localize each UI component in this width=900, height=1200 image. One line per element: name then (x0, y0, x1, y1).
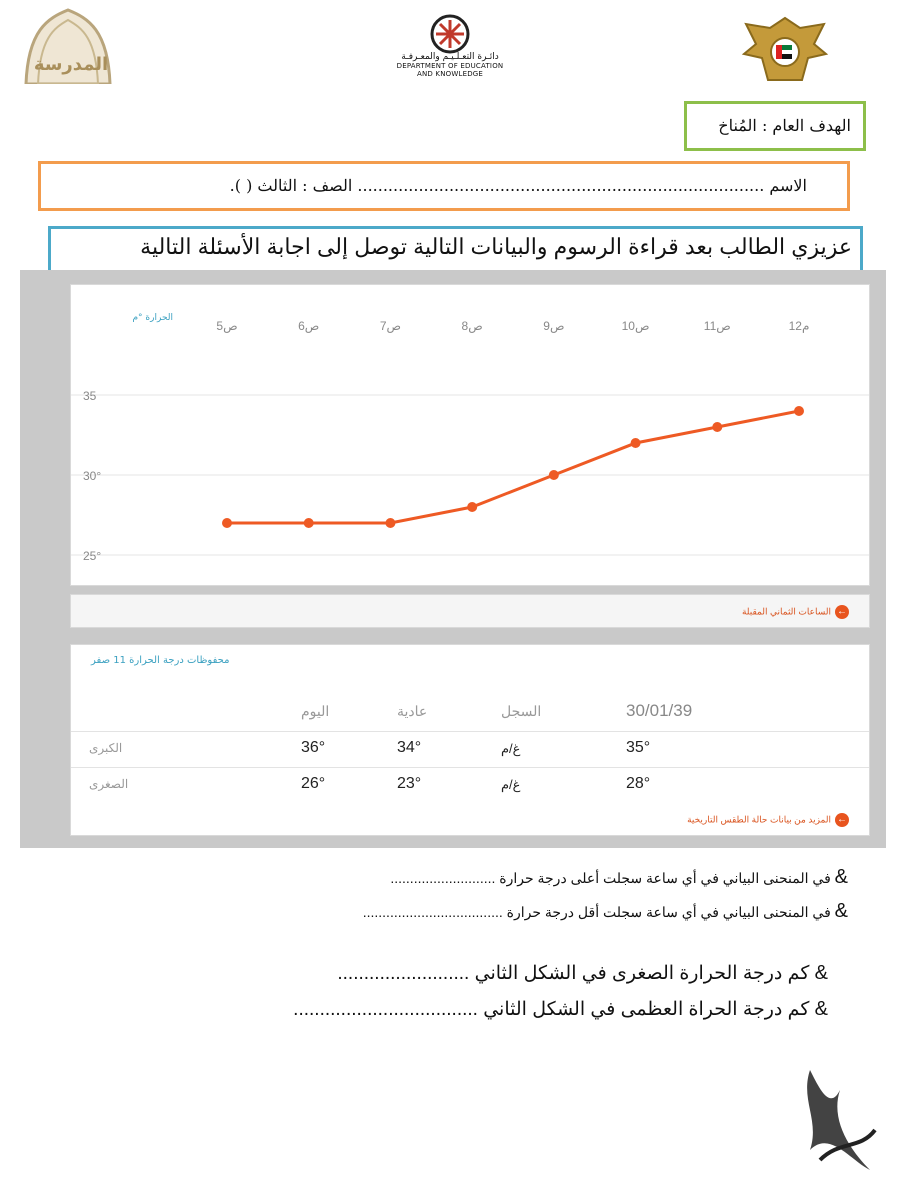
y-tick-label: 30° (83, 469, 101, 483)
historical-data-label: المزيد من بيانات حالة الطقس التاريخية (687, 814, 831, 825)
weather-screenshot: الحرارة °م 35 30° 25° 5ص 6ص 7ص 8ص 9ص 10ص 11ص 12م ←… (20, 270, 886, 848)
department-name-en-2: AND KNOWLEDGE (416, 70, 484, 78)
row-max-today: 36° (301, 739, 326, 756)
row-max-label: الكبرى (89, 741, 123, 755)
instruction-text: عزيزي الطالب بعد قراءة الرسوم والبيانات … (140, 234, 852, 259)
x-tick-label: 9ص (543, 319, 564, 333)
y-tick-label: 25° (83, 549, 101, 563)
y-tick-label: 35 (83, 389, 97, 403)
question-text: كم درجة الحرارة الصغرى في الشكل الثاني .… (337, 963, 810, 984)
row-min-normal: 23° (397, 775, 422, 792)
x-tick-label: 6ص (298, 319, 319, 333)
temperature-history-card: محفوظات درجة الحرارة 11 صفر اليوم عادية … (70, 644, 870, 836)
temperature-line-chart: 35 30° 25° 5ص 6ص 7ص 8ص 9ص 10ص 11ص 12م (71, 319, 869, 563)
student-info-text: الاسم ..................................… (229, 176, 807, 195)
x-tick-label: 10ص (622, 319, 650, 333)
historical-data-link[interactable]: ← المزيد من بيانات حالة الطقس التاريخية (687, 813, 849, 827)
question-4: & كم درجة الحراة العظمى في الشكل الثاني … (293, 998, 828, 1021)
row-max-normal: 34° (397, 739, 422, 756)
uae-emblem (740, 14, 830, 84)
data-point (712, 422, 723, 432)
question-bullet: & (834, 866, 848, 888)
data-point (222, 518, 232, 528)
question-text: في المنحنى البياني في أي ساعة سجلت أعلى … (390, 870, 831, 886)
row-min-date: 28° (626, 775, 651, 792)
next-hours-label: الساعات الثماني المقبلة (741, 606, 831, 617)
row-max-date: 35° (626, 739, 651, 756)
student-info-box: الاسم ..................................… (38, 161, 850, 211)
question-bullet: & (814, 998, 828, 1020)
question-bullet: & (814, 962, 828, 984)
calligraphy-decoration (790, 1060, 880, 1180)
row-min-label: الصغرى (89, 777, 129, 791)
header-today: اليوم (301, 703, 330, 719)
x-tick-label: 8ص (462, 319, 483, 333)
header-date: 30/01/39 (626, 701, 693, 720)
question-text: في المنحنى البياني في أي ساعة سجلت أقل د… (362, 904, 831, 920)
x-tick-label: 11ص (704, 319, 731, 333)
row-min-today: 26° (301, 775, 326, 792)
x-tick-label: 12م (789, 319, 810, 333)
next-hours-bar[interactable]: ← الساعات الثماني المقبلة (70, 594, 870, 628)
goal-text: الهدف العام : المُناخ (718, 116, 851, 135)
arrow-left-icon: ← (835, 605, 849, 619)
data-point (548, 470, 559, 480)
x-tick-label: 5ص (216, 319, 237, 333)
table-divider (71, 767, 869, 768)
question-1: & في المنحنى البياني في أي ساعة سجلت أعل… (390, 866, 848, 889)
data-point (794, 406, 804, 416)
history-title: محفوظات درجة الحرارة 11 صفر (91, 655, 230, 666)
data-point (630, 438, 641, 448)
next-hours-link[interactable]: ← الساعات الثماني المقبلة (742, 605, 849, 619)
data-point (385, 518, 396, 528)
question-2: & في المنحنى البياني في أي ساعة سجلت أقل… (363, 900, 848, 923)
department-logo: دائـرة التعـلـيـم والمعـرفـة DEPARTMENT … (360, 14, 540, 84)
temperature-chart-card: الحرارة °م 35 30° 25° 5ص 6ص 7ص 8ص 9ص 10ص 11ص 12م (70, 284, 870, 586)
question-3: & كم درجة الحرارة الصغرى في الشكل الثاني… (337, 962, 828, 985)
question-text: كم درجة الحراة العظمى في الشكل الثاني ..… (293, 999, 810, 1020)
header-record: السجل (501, 703, 542, 719)
instruction-box: عزيزي الطالب بعد قراءة الرسوم والبيانات … (48, 226, 863, 270)
row-min-record: غ/م (501, 777, 521, 792)
goal-box: الهدف العام : المُناخ (684, 101, 866, 151)
data-point (303, 518, 314, 528)
school-logo-text: المدرسة (33, 54, 109, 75)
row-max-record: غ/م (501, 741, 521, 756)
department-name-en-1: DEPARTMENT OF EDUCATION (396, 62, 504, 70)
x-tick-label: 7ص (380, 319, 401, 333)
school-logo: المدرسة (18, 8, 118, 86)
data-point (467, 502, 478, 512)
question-bullet: & (834, 900, 848, 922)
arrow-left-icon: ← (835, 813, 849, 827)
table-divider (71, 731, 869, 732)
header-normal: عادية (397, 703, 428, 719)
